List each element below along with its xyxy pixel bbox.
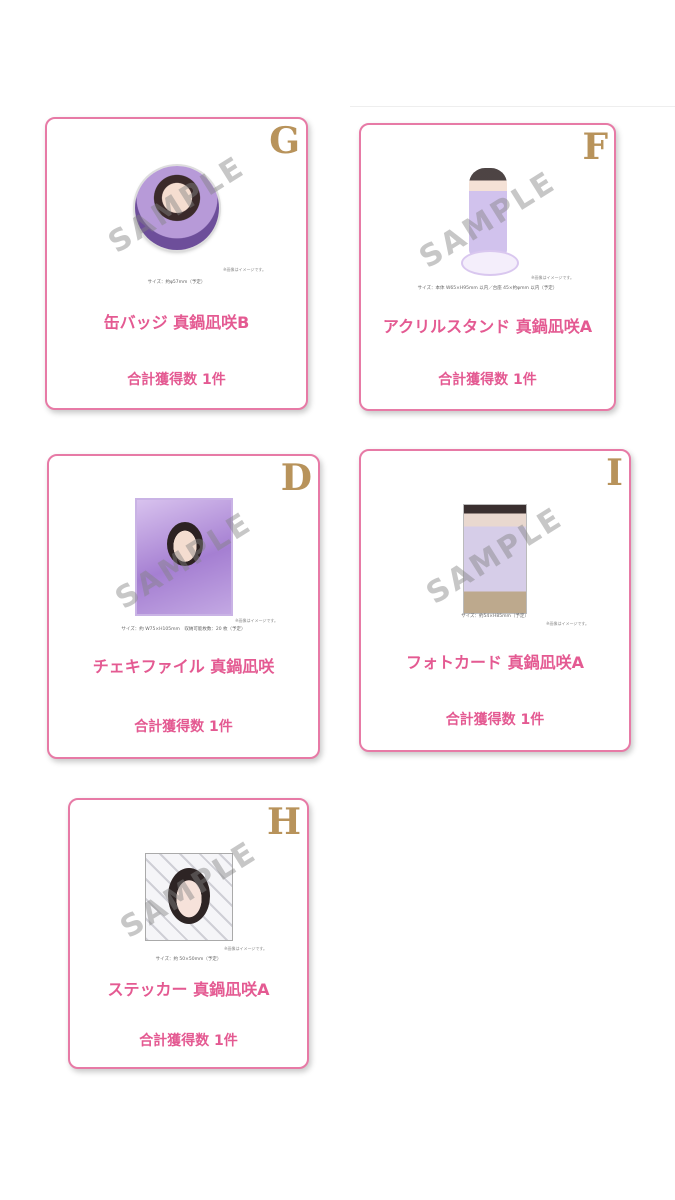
can-badge-image xyxy=(134,166,219,250)
image-note: ※画像はイメージです。 xyxy=(546,621,589,626)
size-info: サイズ：約54×H85mm（予定） xyxy=(461,614,529,619)
prize-image-sticker xyxy=(70,852,307,942)
acrylic-stand-image xyxy=(453,168,523,276)
prize-image-can-badge xyxy=(47,163,306,253)
acquired-count: 合計獲得数 1件 xyxy=(438,372,537,388)
acquired-count: 合計獲得数 1件 xyxy=(445,712,545,728)
prize-card-g[interactable]: G SAMPLE ※画像はイメージです。 サイズ：約φ57mm（予定） 缶バッジ… xyxy=(45,117,308,410)
size-info: サイズ：約φ57mm（予定） xyxy=(147,280,206,285)
size-info: サイズ：約 W75×H105mm 収納可能枚数：20 枚（予定） xyxy=(121,627,246,632)
image-note: ※画像はイメージです。 xyxy=(235,618,278,623)
prize-card-h[interactable]: H SAMPLE ※画像はイメージです。 サイズ：約 50×50mm（予定） ス… xyxy=(68,798,309,1069)
prize-title: ステッカー 真鍋凪咲A xyxy=(107,980,270,999)
prize-title: フォトカード 真鍋凪咲A xyxy=(406,653,584,672)
grade-letter: H xyxy=(266,801,301,843)
acquired-count: 合計獲得数 1件 xyxy=(127,372,226,388)
size-info: サイズ：約 50×50mm（予定） xyxy=(155,957,222,962)
prize-card-i[interactable]: I SAMPLE ※画像はイメージです。 サイズ：約54×H85mm（予定） フ… xyxy=(359,449,631,752)
prize-image-acrylic-stand xyxy=(361,167,614,277)
prize-title: アクリルスタンド 真鍋凪咲A xyxy=(382,317,593,336)
grade-letter: I xyxy=(606,452,623,494)
acquired-count: 合計獲得数 1件 xyxy=(139,1033,238,1049)
prize-title: 缶バッジ 真鍋凪咲B xyxy=(103,313,250,332)
grade-letter: D xyxy=(280,457,312,499)
acquired-count: 合計獲得数 1件 xyxy=(134,719,233,735)
image-note: ※画像はイメージです。 xyxy=(223,267,266,272)
divider-line xyxy=(350,106,675,107)
prize-card-d[interactable]: D SAMPLE ※画像はイメージです。 サイズ：約 W75×H105mm 収納… xyxy=(47,454,320,759)
cheki-file-image xyxy=(134,498,233,616)
prize-card-f[interactable]: F SAMPLE ※画像はイメージです。 サイズ：本体 W65×H95mm 以内… xyxy=(359,123,616,411)
prize-image-cheki-file xyxy=(49,496,318,618)
photo-card-image xyxy=(463,504,527,614)
prize-title: チェキファイル 真鍋凪咲 xyxy=(92,657,275,676)
size-info: サイズ：本体 W65×H95mm 以内／台座 45×約φmm 以内（予定） xyxy=(417,286,558,291)
grade-letter: F xyxy=(582,126,608,168)
image-note: ※画像はイメージです。 xyxy=(224,946,267,951)
grade-letter: G xyxy=(269,120,300,162)
prize-image-photo-card xyxy=(361,503,629,615)
image-note: ※画像はイメージです。 xyxy=(531,275,574,280)
sticker-image xyxy=(144,853,233,941)
